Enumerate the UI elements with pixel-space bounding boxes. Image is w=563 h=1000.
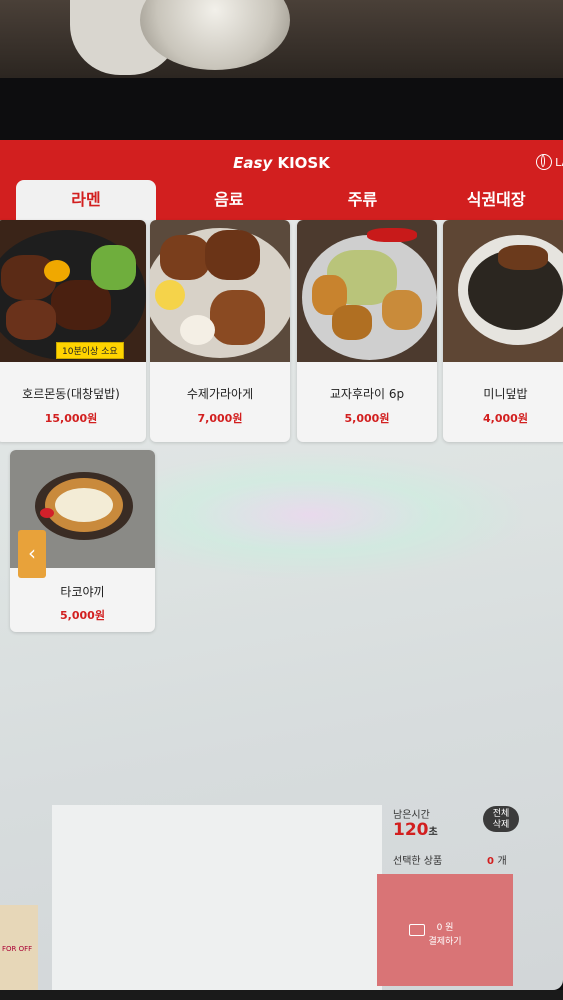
brand-kiosk: KIOSK (277, 154, 330, 172)
selected-items-label: 선택한 상품 (393, 856, 443, 867)
kiosk-header: Easy KIOSK LA 라멘 음료 주류 식권대장 (0, 140, 563, 220)
product-name: 타코야끼 (60, 585, 105, 599)
product-name: 미니덮밥 (483, 387, 528, 401)
product-card-karaage[interactable]: 수제가라아게 7,000원 (150, 220, 290, 442)
product-price: 5,000원 (60, 609, 105, 622)
product-name: 수제가라아게 (186, 387, 254, 401)
product-card-gyoza[interactable]: 교자후라이 6p 5,000원 (297, 220, 437, 442)
category-tabs: 라멘 음료 주류 식권대장 (0, 180, 563, 220)
remaining-time-number: 120 (393, 820, 429, 840)
order-summary: 남은시간 120초 전체 삭제 선택한 상품 0 개 0 원 결제하기 (377, 800, 519, 990)
tab-drinks[interactable]: 음료 (162, 180, 296, 220)
selected-count-number: 0 (487, 856, 494, 867)
product-price: 7,000원 (197, 412, 243, 425)
cook-time-badge: 10분이상 소요 (56, 342, 124, 359)
pay-amount: 0 원 (436, 923, 454, 933)
kiosk-screen: Easy KIOSK LA 라멘 음료 주류 식권대장 10분이상 소요 호르몬… (0, 140, 563, 990)
tab-meal-ticket[interactable]: 식권대장 (429, 180, 563, 220)
pay-button[interactable]: 0 원 결제하기 (377, 874, 513, 986)
product-price: 4,000원 (483, 412, 528, 425)
product-photo (150, 220, 290, 362)
product-card-hormone-don[interactable]: 10분이상 소요 호르몬동(대창덮밥) 15,000원 (0, 220, 146, 442)
clear-all-label-1: 전체 (492, 809, 510, 819)
cart-list-area (52, 805, 382, 990)
selected-items-count: 0 개 (487, 852, 507, 867)
poster-text: FOR OFF (2, 945, 33, 953)
ceiling-background (0, 0, 563, 80)
language-button[interactable]: LA (536, 154, 563, 170)
tab-alcohol[interactable]: 주류 (296, 180, 430, 220)
kiosk-frame-bottom (0, 990, 563, 1000)
brand-easy: Easy (233, 154, 273, 172)
product-photo (443, 220, 563, 362)
prev-page-button[interactable]: ‹ (18, 530, 46, 578)
language-label: LA (555, 155, 563, 169)
product-photo (297, 220, 437, 362)
globe-icon (536, 154, 553, 170)
tab-ramen[interactable]: 라멘 (16, 180, 156, 220)
product-name: 호르몬동(대창덮밥) (22, 387, 120, 401)
screen-glare (90, 450, 530, 580)
remaining-time-label: 남은시간 (393, 810, 430, 821)
remaining-time-value: 120초 (393, 820, 438, 840)
clear-all-button[interactable]: 전체 삭제 (483, 806, 519, 832)
product-price: 15,000원 (44, 412, 98, 425)
product-price: 5,000원 (344, 412, 390, 425)
remaining-time-unit: 초 (428, 827, 438, 838)
product-card-mini-don[interactable]: 미니덮밥 4,000원 (443, 220, 563, 442)
product-name: 교자후라이 6p (329, 387, 405, 401)
product-photo: 10분이상 소요 (0, 220, 146, 362)
chevron-left-icon: ‹ (28, 541, 36, 565)
wall-poster: FOR OFF (0, 905, 38, 1000)
pay-label: 결제하기 (428, 937, 462, 947)
brand-logo: Easy KIOSK (0, 154, 563, 172)
clear-all-label-2: 삭제 (492, 820, 510, 830)
selected-count-unit: 개 (497, 856, 507, 867)
